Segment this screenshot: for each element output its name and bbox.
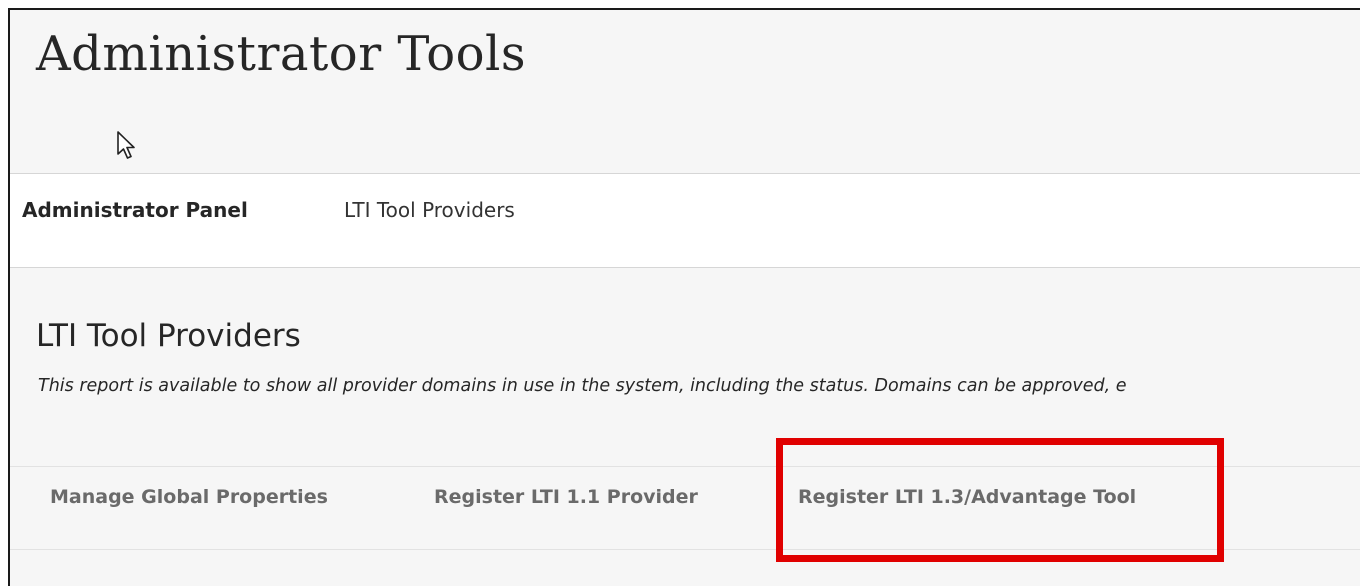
register-lti-1-1-provider-button[interactable]: Register LTI 1.1 Provider <box>434 486 698 508</box>
action-bar <box>10 466 1360 550</box>
page-title: Administrator Tools <box>36 26 526 82</box>
mouse-pointer-icon <box>117 131 135 159</box>
register-lti-1-3-advantage-tool-button[interactable]: Register LTI 1.3/Advantage Tool <box>798 486 1136 508</box>
section-title: LTI Tool Providers <box>36 318 301 354</box>
manage-global-properties-button[interactable]: Manage Global Properties <box>50 486 328 508</box>
breadcrumb-current-lti-tool-providers: LTI Tool Providers <box>344 198 515 222</box>
breadcrumb-administrator-panel[interactable]: Administrator Panel <box>22 198 248 222</box>
section-description: This report is available to show all pro… <box>38 376 1127 396</box>
